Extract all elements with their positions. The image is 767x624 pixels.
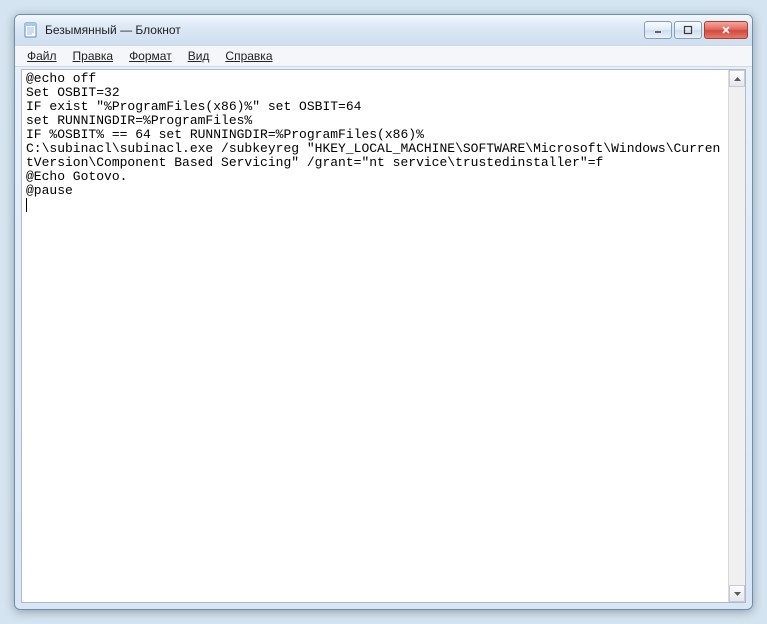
menu-view[interactable]: Вид [180,47,218,65]
window-controls [644,21,748,39]
scroll-down-button[interactable] [729,585,745,602]
editor-content: @echo off Set OSBIT=32 IF exist "%Progra… [26,71,720,198]
content-area: @echo off Set OSBIT=32 IF exist "%Progra… [21,69,746,603]
notepad-icon [23,22,39,38]
maximize-button[interactable] [674,21,702,39]
scrollbar-track[interactable] [729,87,745,585]
notepad-window: Безымянный — Блокнот Файл Правка Формат … [14,14,753,610]
titlebar[interactable]: Безымянный — Блокнот [15,15,752,45]
vertical-scrollbar[interactable] [728,70,745,602]
text-editor[interactable]: @echo off Set OSBIT=32 IF exist "%Progra… [22,70,728,602]
menu-file[interactable]: Файл [19,47,65,65]
close-button[interactable] [704,21,748,39]
window-title: Безымянный — Блокнот [45,23,644,37]
text-cursor [26,198,27,212]
minimize-button[interactable] [644,21,672,39]
menu-format[interactable]: Формат [121,47,180,65]
scroll-up-button[interactable] [729,70,745,87]
menu-help[interactable]: Справка [217,47,280,65]
menu-edit[interactable]: Правка [65,47,122,65]
menubar: Файл Правка Формат Вид Справка [15,45,752,67]
